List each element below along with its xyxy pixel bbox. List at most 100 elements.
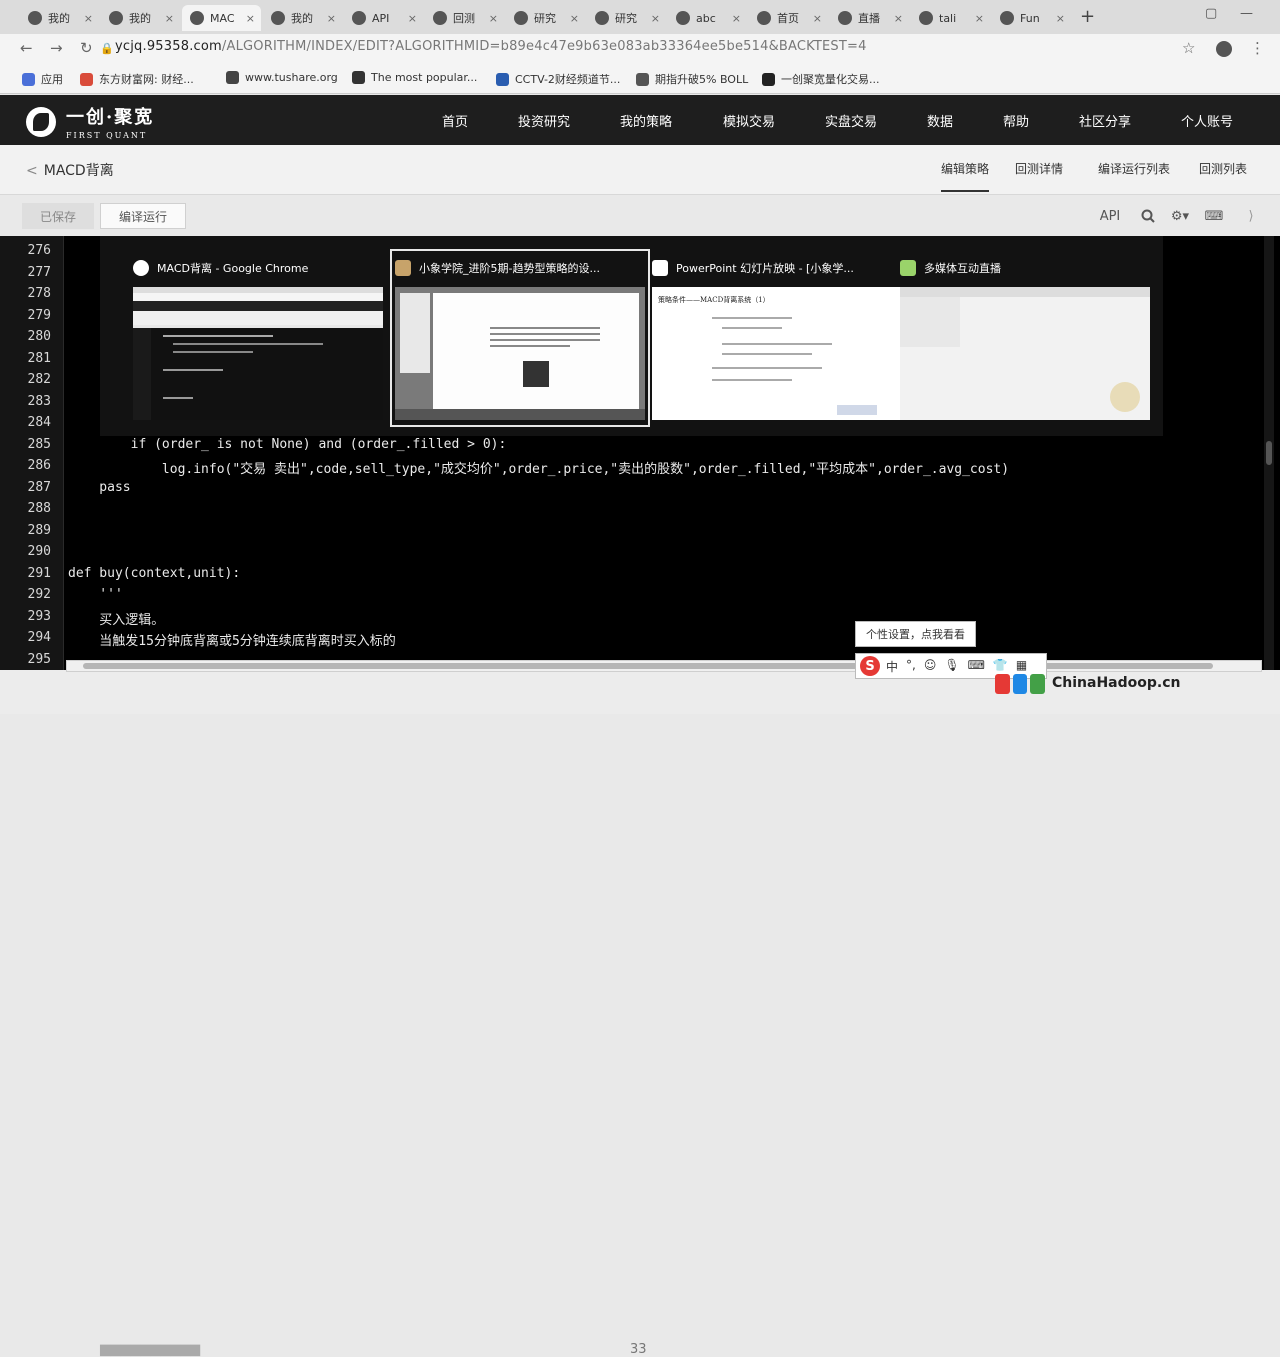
- ime-toolbox-icon[interactable]: ▦: [1016, 658, 1027, 675]
- browser-tab[interactable]: MAC ×: [182, 5, 261, 31]
- code-line[interactable]: 当触发15分钟底背离或5分钟连续底背离时买入标的: [68, 630, 396, 649]
- nav-item[interactable]: 我的策略: [620, 111, 672, 130]
- nav-item[interactable]: 数据: [927, 111, 953, 130]
- browser-tab[interactable]: 首页 ×: [749, 5, 828, 31]
- code-line[interactable]: def buy(context,unit):: [68, 566, 240, 581]
- ime-punctuation-icon[interactable]: °,: [906, 658, 916, 675]
- code-line[interactable]: ''': [68, 587, 123, 602]
- ime-voice-icon[interactable]: 🎙: [944, 658, 959, 675]
- nav-item[interactable]: 社区分享: [1079, 111, 1131, 130]
- close-tab-icon[interactable]: ×: [651, 12, 660, 25]
- settings-gear-icon[interactable]: ⚙▾: [1164, 204, 1196, 228]
- bookmark-label: The most popular...: [371, 71, 478, 84]
- close-tab-icon[interactable]: ×: [84, 12, 93, 25]
- new-tab-button[interactable]: +: [1080, 6, 1095, 27]
- reload-icon[interactable]: ↻: [80, 39, 93, 57]
- url-path: /ALGORITHM/INDEX/EDIT?ALGORITHMID=b89e4c…: [221, 39, 867, 54]
- site-logo[interactable]: 一创·聚宽 FIRST QUANT: [26, 103, 154, 140]
- strategy-tab[interactable]: 回测详情: [1015, 160, 1063, 177]
- close-tab-icon[interactable]: ×: [732, 12, 741, 25]
- strategy-tab[interactable]: 编译运行列表: [1098, 160, 1170, 177]
- keyboard-icon[interactable]: ⌨: [1202, 204, 1226, 228]
- close-tab-icon[interactable]: ×: [246, 12, 255, 25]
- code-line[interactable]: 买入逻辑。: [68, 609, 164, 628]
- bookmark-item[interactable]: CCTV-2财经频道节...: [496, 71, 620, 87]
- nav-item[interactable]: 实盘交易: [825, 111, 877, 130]
- ime-skin-icon[interactable]: 👕: [993, 658, 1008, 675]
- back-chevron-icon[interactable]: <: [26, 163, 38, 179]
- browser-tab[interactable]: 我的 ×: [263, 5, 342, 31]
- forward-icon[interactable]: →: [50, 39, 63, 57]
- ime-keyboard-icon[interactable]: ⌨: [968, 658, 985, 675]
- line-number: 283: [27, 393, 51, 409]
- ime-emoji-icon[interactable]: ☺: [924, 658, 937, 675]
- bookmark-item[interactable]: 一创聚宽量化交易...: [762, 71, 880, 87]
- bookmark-label: 一创聚宽量化交易...: [781, 73, 880, 86]
- code-line[interactable]: if (order_ is not None) and (order_.fill…: [68, 437, 507, 452]
- browser-tab[interactable]: 直播 ×: [830, 5, 909, 31]
- nav-item[interactable]: 投资研究: [518, 111, 570, 130]
- vertical-scrollbar-thumb[interactable]: [1266, 441, 1272, 465]
- close-tab-icon[interactable]: ×: [570, 12, 579, 25]
- window-switcher: MACD背离 - Google Chrome 小象学院_进阶5期-趋势型策略的设…: [100, 236, 1163, 436]
- ime-chinese-mode-icon[interactable]: 中: [886, 658, 898, 675]
- nav-item[interactable]: 个人账号: [1181, 111, 1233, 130]
- browser-tab[interactable]: 研究 ×: [506, 5, 585, 31]
- browser-tab[interactable]: 回测 ×: [425, 5, 504, 31]
- bookmark-icon: [80, 72, 93, 86]
- tab-label: API: [372, 11, 390, 25]
- minimize-icon[interactable]: ▢: [1205, 6, 1217, 21]
- compile-run-button[interactable]: 编译运行: [100, 203, 187, 229]
- code-line[interactable]: log.info("交易 卖出",code,sell_type,"成交均价",o…: [68, 458, 1009, 477]
- close-tab-icon[interactable]: ×: [1056, 12, 1065, 25]
- line-number: 287: [27, 479, 51, 495]
- bookmark-item[interactable]: www.tushare.org: [226, 71, 338, 84]
- horizontal-scrollbar[interactable]: [66, 660, 1262, 672]
- nav-item[interactable]: 帮助: [1003, 111, 1029, 130]
- line-number: 295: [27, 651, 51, 667]
- profile-icon[interactable]: [1216, 41, 1232, 57]
- menu-icon[interactable]: ⋮: [1250, 39, 1265, 57]
- strategy-tab[interactable]: 编辑策略: [941, 160, 990, 192]
- switcher-window-powerpoint[interactable]: PowerPoint 幻灯片放映 - [小象学... 策略条件——MACD背离系…: [652, 254, 902, 422]
- close-tab-icon[interactable]: ×: [975, 12, 984, 25]
- window-thumbnail: [133, 287, 383, 420]
- api-button[interactable]: API: [1096, 204, 1124, 228]
- browser-tab[interactable]: Fun ×: [992, 5, 1071, 31]
- browser-tab[interactable]: 我的 ×: [20, 5, 99, 31]
- close-tab-icon[interactable]: ×: [894, 12, 903, 25]
- sogou-icon: [28, 11, 42, 25]
- nav-item[interactable]: 首页: [442, 111, 468, 130]
- browser-tab[interactable]: 我的 ×: [101, 5, 180, 31]
- star-icon[interactable]: ☆: [1182, 39, 1195, 57]
- code-line[interactable]: pass: [68, 480, 130, 495]
- browser-tab[interactable]: 研究 ×: [587, 5, 666, 31]
- browser-tab[interactable]: abc ×: [668, 5, 747, 31]
- switcher-window-chrome[interactable]: MACD背离 - Google Chrome: [133, 254, 383, 422]
- close-tab-icon[interactable]: ×: [408, 12, 417, 25]
- ime-tooltip[interactable]: 个性设置，点我看看: [855, 621, 976, 647]
- bookmark-item[interactable]: 东方财富网: 财经...: [80, 71, 194, 87]
- close-tab-icon[interactable]: ×: [489, 12, 498, 25]
- close-tab-icon[interactable]: ×: [165, 12, 174, 25]
- restore-icon[interactable]: —: [1240, 6, 1253, 21]
- bookmark-item[interactable]: 应用: [22, 71, 63, 87]
- saved-button[interactable]: 已保存: [22, 203, 95, 229]
- line-number: 285: [27, 436, 51, 452]
- browser-tab[interactable]: API ×: [344, 5, 423, 31]
- bookmark-item[interactable]: The most popular...: [352, 71, 477, 84]
- bookmark-item[interactable]: 期指升破5% BOLL: [636, 71, 748, 87]
- back-icon[interactable]: ←: [20, 39, 33, 57]
- switcher-window-live[interactable]: 多媒体互动直播: [900, 254, 1150, 422]
- collapse-icon[interactable]: ⟩: [1244, 204, 1258, 228]
- url-field[interactable]: ycjq.95358.com/ALGORITHM/INDEX/EDIT?ALGO…: [115, 39, 867, 54]
- sogou-ime-icon[interactable]: S: [860, 656, 880, 676]
- switcher-window-xiaoxiang[interactable]: 小象学院_进阶5期-趋势型策略的设...: [390, 249, 650, 427]
- search-icon[interactable]: [1136, 204, 1160, 228]
- strategy-tab[interactable]: 回测列表: [1199, 160, 1247, 177]
- line-number: 290: [27, 544, 51, 559]
- browser-tab[interactable]: tali ×: [911, 5, 990, 31]
- nav-item[interactable]: 模拟交易: [723, 111, 775, 130]
- close-tab-icon[interactable]: ×: [813, 12, 822, 25]
- close-tab-icon[interactable]: ×: [327, 12, 336, 25]
